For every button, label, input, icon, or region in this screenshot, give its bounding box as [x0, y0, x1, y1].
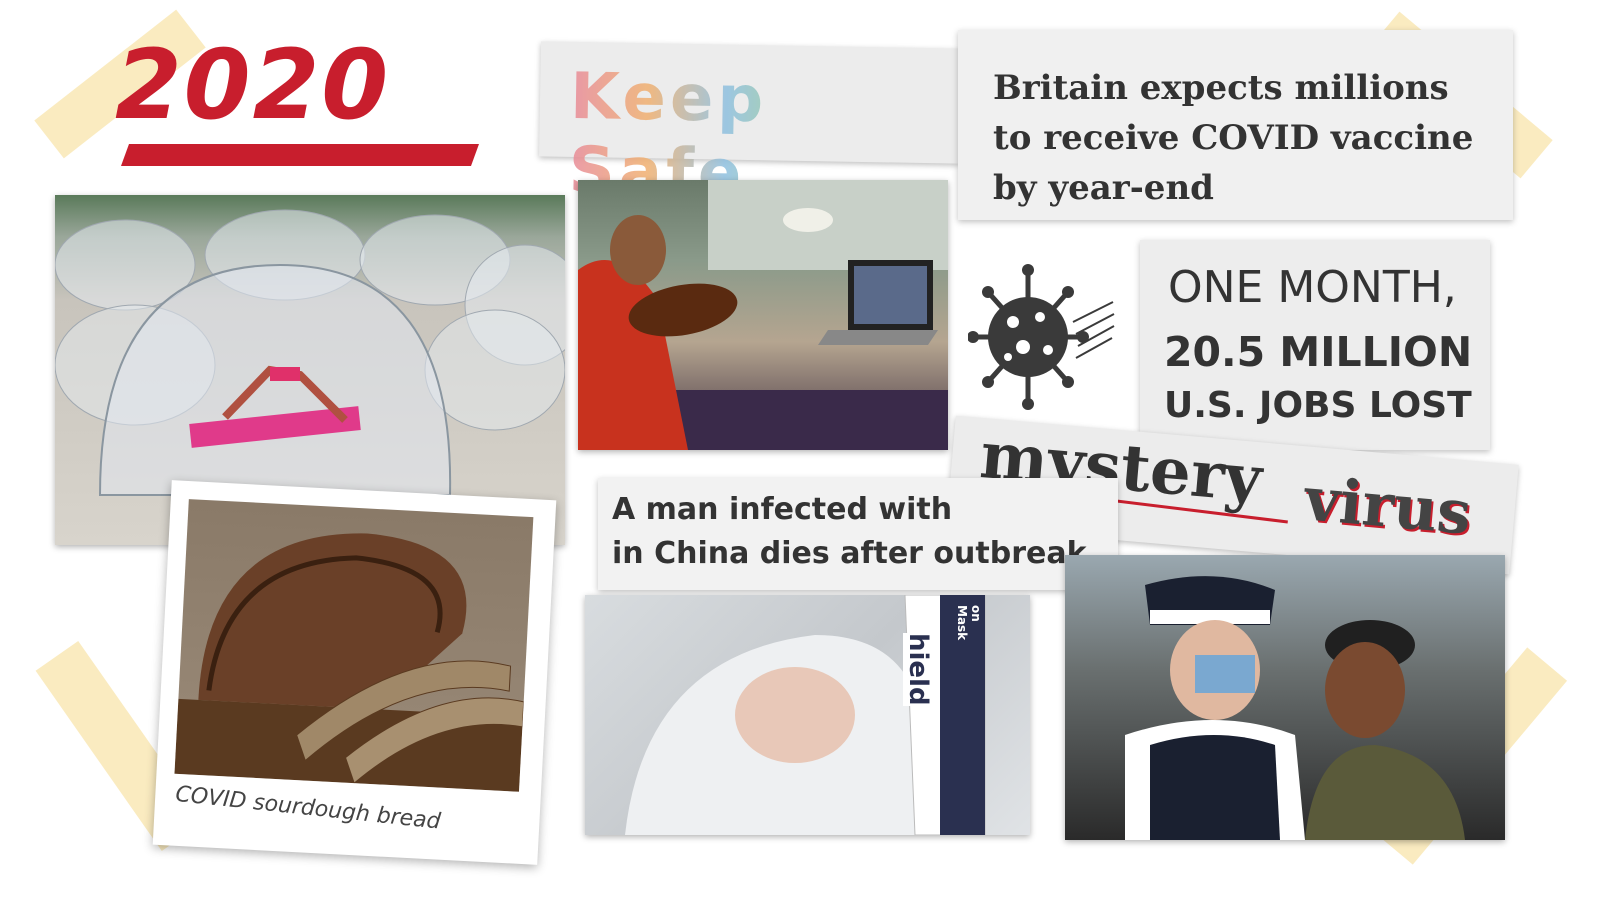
baby-mask-photo: hield on Mask: [585, 595, 1030, 835]
china-headline-line1: A man infected with: [612, 492, 953, 527]
mask-sub-text: on Mask: [955, 605, 983, 641]
violin-zoom-photo: [578, 180, 948, 450]
sourdough-polaroid: COVID sourdough bread: [152, 480, 557, 865]
police-illustration: [1125, 576, 1465, 840]
violin-illustration: [578, 180, 948, 450]
jobs-lost-clipping: ONE MONTH, 20.5 MILLION U.S. JOBS LOST: [1140, 240, 1490, 450]
vaccine-headline-line3: by year-end: [993, 168, 1214, 208]
police-protest-photo: [1065, 555, 1505, 840]
keep-safe-card: Keep Safe: [539, 41, 961, 211]
virus-icon: [967, 262, 1118, 412]
year-title-text: 2020: [115, 29, 391, 141]
year-title-underline: [120, 144, 480, 166]
sourdough-photo: [174, 499, 534, 792]
year-title: 2020: [115, 30, 495, 180]
jobs-line1: ONE MONTH,: [1168, 262, 1457, 313]
china-headline-clipping: A man infected with in China dies after …: [598, 478, 1118, 590]
vaccine-headline-line2: to receive COVID vaccine: [993, 118, 1474, 158]
china-headline-line2: in China dies after outbreak: [612, 536, 1087, 571]
sourdough-caption: COVID sourdough bread: [174, 781, 442, 835]
jobs-line3: U.S. JOBS LOST: [1164, 385, 1472, 426]
mask-brand-text: hield: [903, 633, 933, 706]
virus-word: virus: [1301, 464, 1474, 549]
jobs-line2: 20.5 MILLION: [1164, 328, 1473, 376]
vaccine-headline-line1: Britain expects millions: [993, 68, 1449, 108]
vaccine-headline-clipping: Britain expects millions to receive COVI…: [958, 30, 1513, 220]
